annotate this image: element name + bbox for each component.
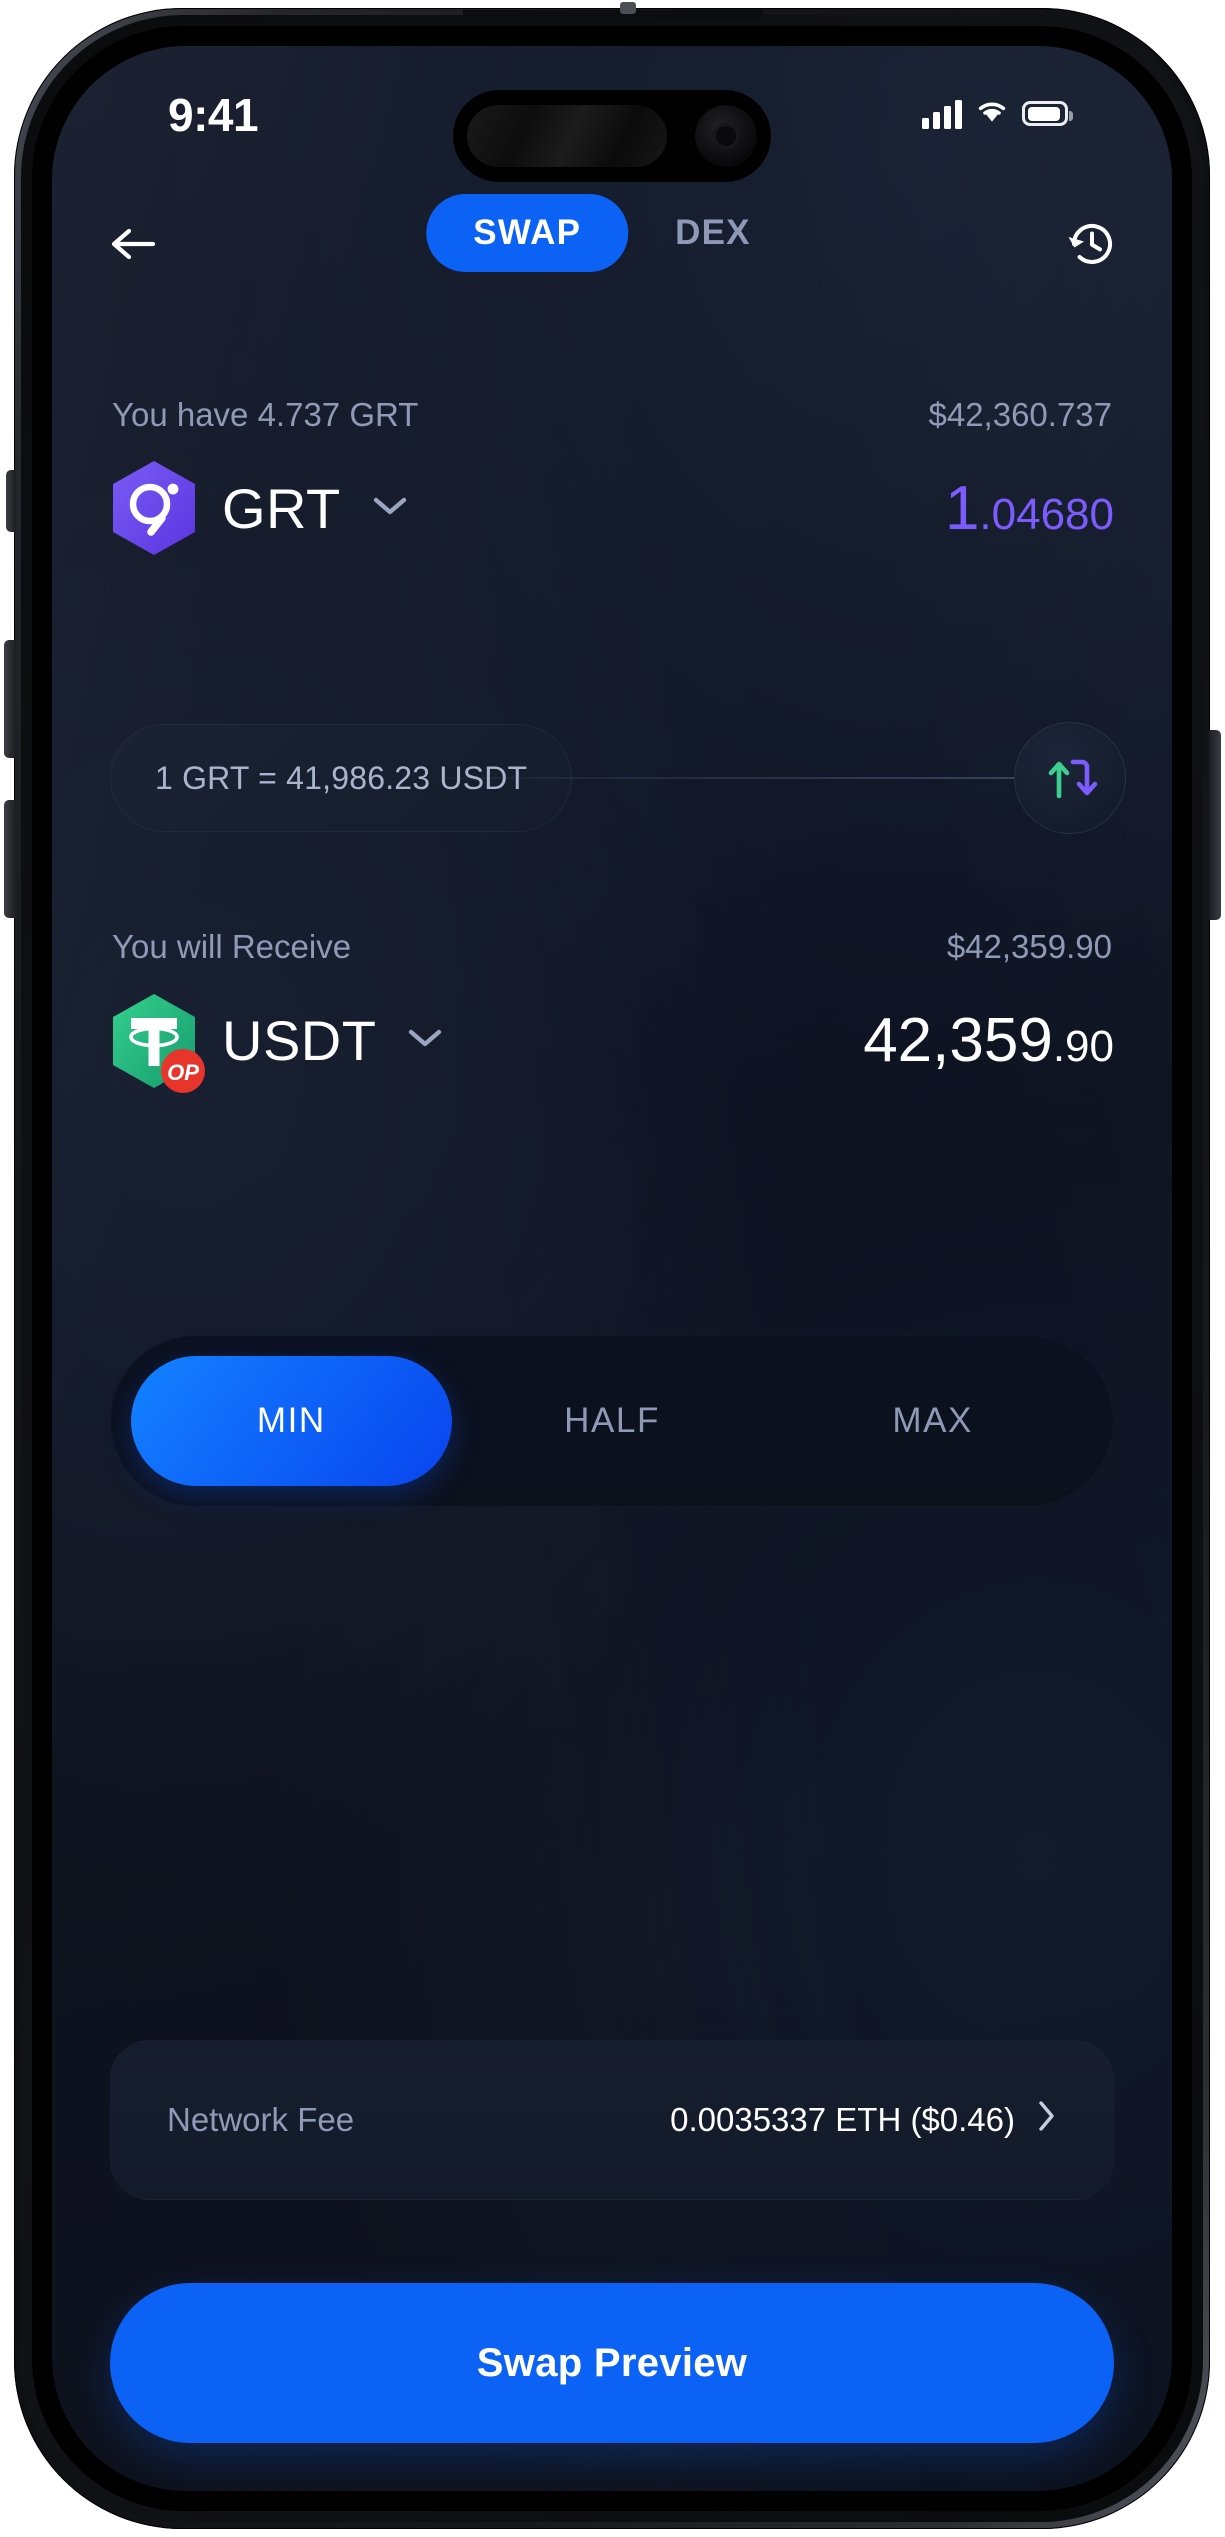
from-amount-input[interactable]: 1.04680 <box>945 473 1114 544</box>
to-fiat-value: $42,359.90 <box>946 928 1112 965</box>
percent-option-half[interactable]: HALF <box>452 1356 773 1486</box>
exchange-rate-row: 1 GRT = 41,986.23 USDT <box>52 722 1172 834</box>
percent-option-min[interactable]: MIN <box>131 1356 452 1486</box>
status-bar-icons <box>922 98 1073 129</box>
from-meta-row: You have 4.737 GRT $42,360.737 <box>52 396 1172 434</box>
rate-connector-line <box>442 777 1040 779</box>
svg-text:OP: OP <box>167 1060 199 1085</box>
from-token-section: You have 4.737 GRT $42,360.737 GRT 1.046… <box>52 396 1172 556</box>
tab-dex[interactable]: DEX <box>628 194 798 272</box>
antenna-line <box>620 2 636 14</box>
island-pill <box>467 105 667 167</box>
history-button[interactable] <box>1050 202 1134 286</box>
swap-direction-button[interactable] <box>1014 722 1126 834</box>
wifi-icon <box>975 98 1009 129</box>
silent-switch[interactable] <box>6 470 16 532</box>
swap-app: 9:41 SWAP DEX You have 4.737 GRT $42,360… <box>52 46 1172 2491</box>
from-balance-label: You have 4.737 GRT <box>112 396 419 433</box>
from-token-selector[interactable]: GRT <box>110 460 409 556</box>
tab-swap[interactable]: SWAP <box>426 194 629 272</box>
from-token-symbol: GRT <box>222 476 341 540</box>
swap-preview-button[interactable]: Swap Preview <box>110 2283 1114 2443</box>
volume-down-button[interactable] <box>4 800 16 918</box>
battery-icon <box>1022 101 1073 126</box>
from-fiat-value: $42,360.737 <box>928 396 1112 433</box>
chevron-right-icon <box>1037 2099 1057 2141</box>
to-meta-row: You will Receive $42,359.90 <box>52 928 1172 966</box>
network-fee-row[interactable]: Network Fee 0.0035337 ETH ($0.46) <box>110 2040 1114 2200</box>
from-amount-decimal: .04680 <box>979 489 1114 539</box>
usdt-token-icon: OP <box>110 992 205 1093</box>
cellular-signal-icon <box>922 99 962 129</box>
screenshot-stage: 9:41 SWAP DEX You have 4.737 GRT $42,360… <box>0 0 1225 2537</box>
chevron-down-icon[interactable] <box>406 1026 444 1055</box>
chevron-down-icon[interactable] <box>371 494 409 523</box>
network-fee-label: Network Fee <box>167 2101 355 2138</box>
from-amount-integer: 1 <box>944 473 980 543</box>
to-token-row: OP USDT 42,359.90 <box>52 992 1172 1093</box>
clock-history-icon <box>1068 223 1112 264</box>
to-amount-integer: 42,359 <box>863 1005 1053 1075</box>
network-fee-value: 0.0035337 ETH ($0.46) <box>670 2101 1015 2138</box>
to-token-section: You will Receive $42,359.90 OP USDT 42,3… <box>52 928 1172 1093</box>
to-amount-decimal: .90 <box>1052 1021 1114 1071</box>
volume-up-button[interactable] <box>4 640 16 758</box>
to-receive-label: You will Receive <box>112 928 352 965</box>
power-button[interactable] <box>1209 730 1221 920</box>
swap-direction-icon <box>1048 759 1098 799</box>
to-token-symbol: USDT <box>222 1008 377 1072</box>
to-token-selector[interactable]: OP USDT <box>110 992 444 1093</box>
percent-selector: MIN HALF MAX <box>110 1335 1114 1507</box>
mode-tabs: SWAP DEX <box>426 194 797 272</box>
percent-option-max[interactable]: MAX <box>772 1356 1093 1486</box>
network-fee-value-group: 0.0035337 ETH ($0.46) <box>670 2099 1057 2141</box>
front-camera-icon <box>695 105 757 167</box>
from-token-row: GRT 1.04680 <box>52 460 1172 556</box>
app-header: SWAP DEX <box>52 194 1172 290</box>
dynamic-island <box>453 90 771 182</box>
phone-screen: 9:41 SWAP DEX You have 4.737 GRT $42,360… <box>52 46 1172 2491</box>
to-amount-value[interactable]: 42,359.90 <box>863 1005 1114 1076</box>
status-bar-clock: 9:41 <box>168 89 259 141</box>
grt-token-icon <box>110 460 198 556</box>
back-button[interactable] <box>92 202 176 286</box>
earpiece-slit <box>462 10 763 22</box>
arrow-left-icon <box>111 228 156 260</box>
